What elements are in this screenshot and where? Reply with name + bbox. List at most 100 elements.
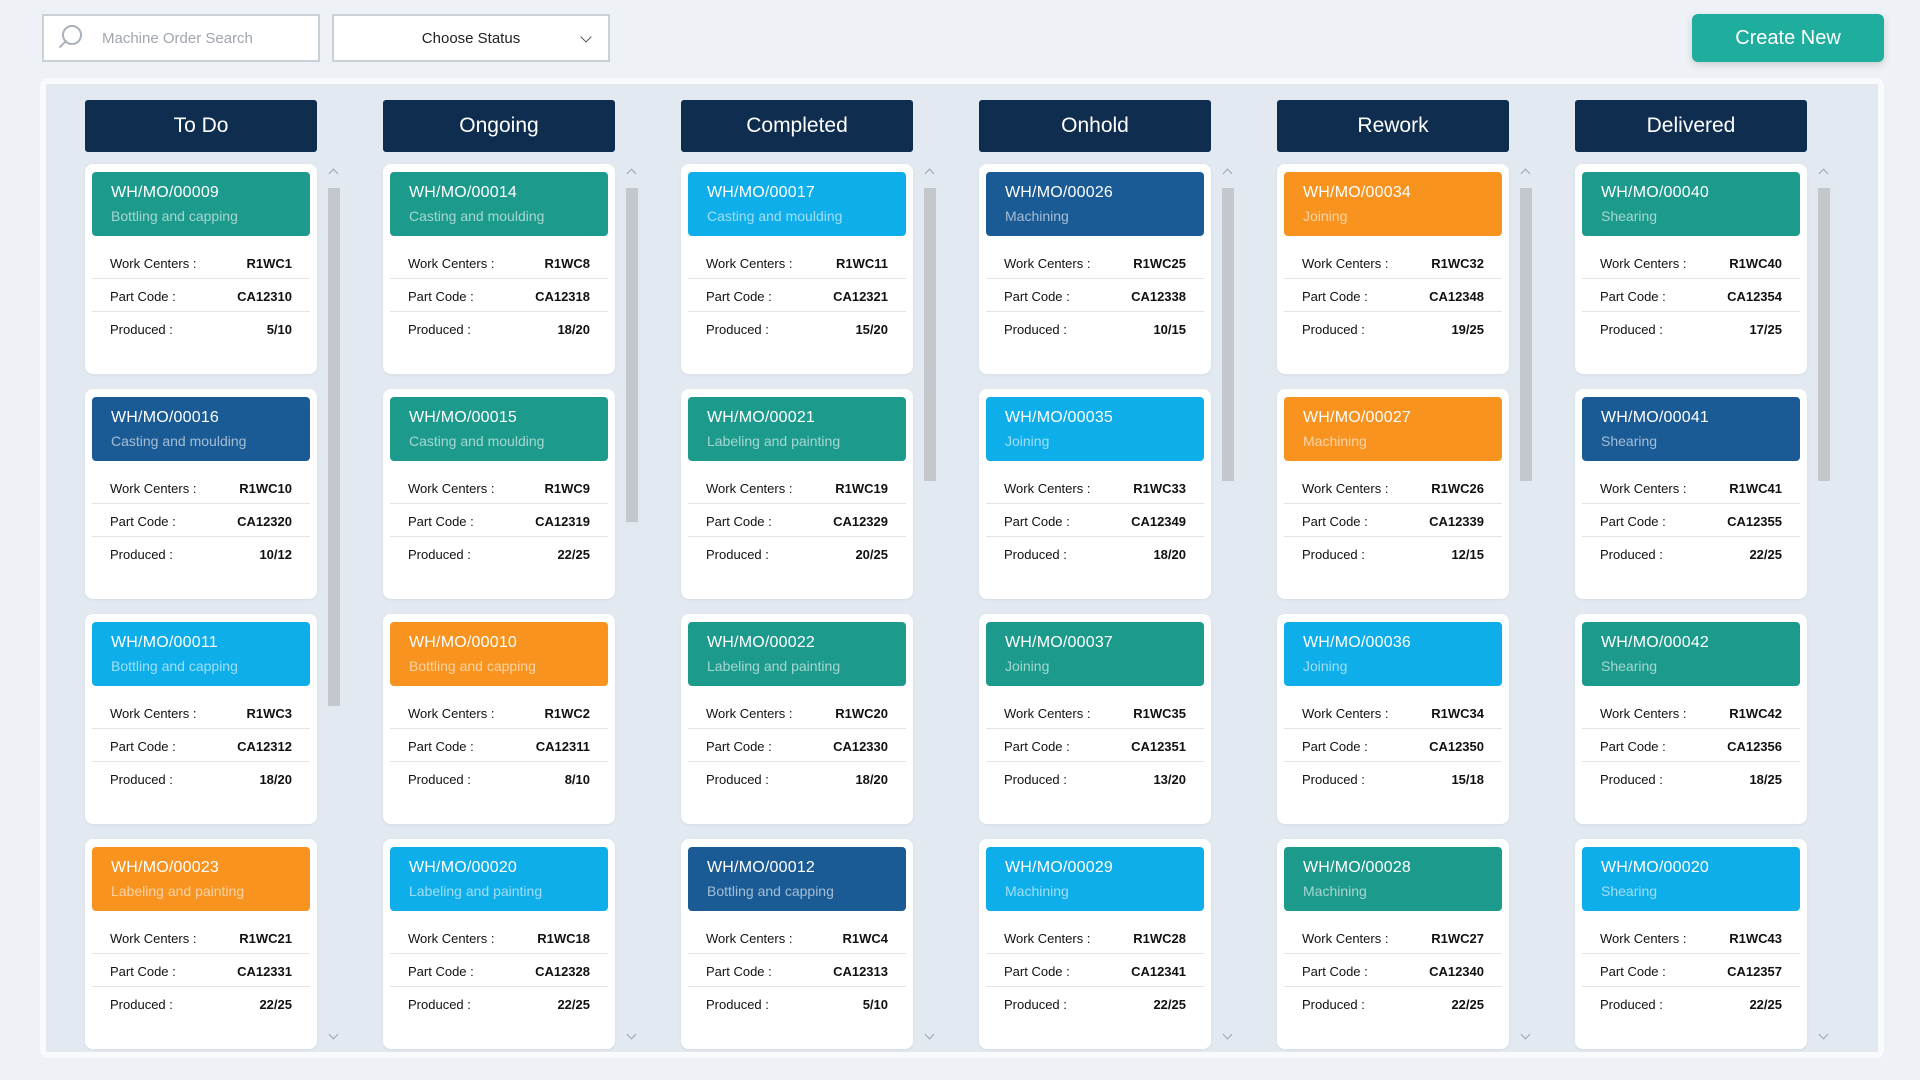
part-code-value: CA12357	[1727, 964, 1782, 979]
scroll-up-icon[interactable]	[1818, 168, 1829, 179]
scroll-thumb[interactable]	[1222, 188, 1234, 481]
order-card[interactable]: WH/MO/00022 Labeling and painting Work Cen…	[681, 614, 913, 824]
work-centers-row: Work Centers : R1WC33	[986, 471, 1204, 504]
scroll-track[interactable]	[626, 188, 638, 1024]
order-card[interactable]: WH/MO/00020 Labeling and painting Work Cen…	[383, 839, 615, 1049]
part-code-label: Part Code :	[1600, 289, 1666, 304]
order-card[interactable]: WH/MO/00040 Shearing Work Centers : R1WC40 P…	[1575, 164, 1807, 374]
order-card[interactable]: WH/MO/00035 Joining Work Centers : R1WC33 Pa…	[979, 389, 1211, 599]
order-card[interactable]: WH/MO/00026 Machining Work Centers : R1WC25…	[979, 164, 1211, 374]
part-code-row: Part Code : CA12318	[390, 279, 608, 312]
order-card-header: WH/MO/00035 Joining	[986, 397, 1204, 461]
work-centers-value: R1WC41	[1729, 481, 1782, 496]
scroll-track[interactable]	[1818, 188, 1830, 1024]
machine-order-search[interactable]	[42, 14, 320, 62]
order-card[interactable]: WH/MO/00012 Bottling and capping Work Cent…	[681, 839, 913, 1049]
produced-label: Produced :	[110, 997, 173, 1012]
produced-row: Produced : 22/25	[1582, 537, 1800, 570]
create-new-button[interactable]: Create New	[1692, 14, 1884, 62]
order-card[interactable]: WH/MO/00037 Joining Work Centers : R1WC35 Pa…	[979, 614, 1211, 824]
scroll-down-icon[interactable]	[328, 1029, 339, 1040]
part-code-label: Part Code :	[110, 739, 176, 754]
scroll-thumb[interactable]	[626, 188, 638, 523]
scroll-thumb[interactable]	[924, 188, 936, 481]
order-card[interactable]: WH/MO/00028 Machining Work Centers : R1WC27…	[1277, 839, 1509, 1049]
scroll-track[interactable]	[1222, 188, 1234, 1024]
scroll-thumb[interactable]	[1818, 188, 1830, 481]
produced-label: Produced :	[1600, 772, 1663, 787]
work-centers-value: R1WC32	[1431, 256, 1484, 271]
order-card[interactable]: WH/MO/00009 Bottling and capping Work Cent…	[85, 164, 317, 374]
scroll-track[interactable]	[924, 188, 936, 1024]
order-process: Machining	[1005, 208, 1069, 224]
produced-value: 22/25	[1749, 547, 1782, 562]
part-code-row: Part Code : CA12320	[92, 504, 310, 537]
order-card[interactable]: WH/MO/00015 Casting and moulding Work Cent…	[383, 389, 615, 599]
part-code-value: CA12313	[833, 964, 888, 979]
part-code-row: Part Code : CA12349	[986, 504, 1204, 537]
order-card[interactable]: WH/MO/00010 Bottling and capping Work Cent…	[383, 614, 615, 824]
order-process: Labeling and painting	[409, 883, 543, 899]
column-scrollbar[interactable]	[326, 164, 342, 1048]
part-code-row: Part Code : CA12321	[688, 279, 906, 312]
scroll-thumb[interactable]	[328, 188, 340, 707]
order-id: WH/MO/00027	[1303, 409, 1412, 426]
scroll-down-icon[interactable]	[1222, 1029, 1233, 1040]
search-input[interactable]	[102, 29, 302, 47]
kanban-board: To Do WH/MO/00009 Bottling and capping Work…	[40, 78, 1884, 1058]
work-centers-label: Work Centers :	[1600, 256, 1687, 271]
part-code-value: CA12311	[535, 739, 590, 754]
produced-label: Produced :	[1302, 322, 1365, 337]
produced-value: 8/10	[564, 772, 590, 787]
order-card[interactable]: WH/MO/00034 Joining Work Centers : R1WC32 Pa…	[1277, 164, 1509, 374]
order-card[interactable]: WH/MO/00027 Machining Work Centers : R1WC26…	[1277, 389, 1509, 599]
column-scrollbar[interactable]	[1518, 164, 1534, 1048]
produced-value: 10/15	[1153, 322, 1186, 337]
scroll-down-icon[interactable]	[1818, 1029, 1829, 1040]
scroll-up-icon[interactable]	[328, 168, 339, 179]
scroll-up-icon[interactable]	[924, 168, 935, 179]
column-scrollbar[interactable]	[1816, 164, 1832, 1048]
scroll-down-icon[interactable]	[924, 1029, 935, 1040]
work-centers-value: R1WC11	[835, 256, 888, 271]
column-scrollbar[interactable]	[1220, 164, 1236, 1048]
scroll-up-icon[interactable]	[1222, 168, 1233, 179]
order-card[interactable]: WH/MO/00029 Machining Work Centers : R1WC28…	[979, 839, 1211, 1049]
produced-label: Produced :	[706, 547, 769, 562]
scroll-down-icon[interactable]	[626, 1029, 637, 1040]
order-card[interactable]: WH/MO/00020 Shearing Work Centers : R1WC43 P…	[1575, 839, 1807, 1049]
scroll-down-icon[interactable]	[1520, 1029, 1531, 1040]
column-scrollbar[interactable]	[922, 164, 938, 1048]
order-card[interactable]: WH/MO/00036 Joining Work Centers : R1WC34 Pa…	[1277, 614, 1509, 824]
work-centers-row: Work Centers : R1WC21	[92, 921, 310, 954]
scroll-up-icon[interactable]	[1520, 168, 1531, 179]
order-card-header: WH/MO/00023 Labeling and painting	[92, 847, 310, 911]
part-code-value: CA12318	[535, 289, 590, 304]
order-card[interactable]: WH/MO/00011 Bottling and capping Work Cent…	[85, 614, 317, 824]
order-card[interactable]: WH/MO/00042 Shearing Work Centers : R1WC42 P…	[1575, 614, 1807, 824]
part-code-label: Part Code :	[110, 289, 176, 304]
scroll-track[interactable]	[1520, 188, 1532, 1024]
order-id: WH/MO/00010	[409, 634, 518, 651]
status-dropdown[interactable]: Choose Status	[332, 14, 610, 62]
order-card[interactable]: WH/MO/00014 Casting and moulding Work Cent…	[383, 164, 615, 374]
produced-value: 18/20	[557, 322, 590, 337]
order-card[interactable]: WH/MO/00041 Shearing Work Centers : R1WC41 P…	[1575, 389, 1807, 599]
order-card[interactable]: WH/MO/00023 Labeling and painting Work Cen…	[85, 839, 317, 1049]
part-code-label: Part Code :	[1302, 739, 1368, 754]
column-scrollbar[interactable]	[624, 164, 640, 1048]
scroll-thumb[interactable]	[1520, 188, 1532, 481]
part-code-row: Part Code : CA12341	[986, 954, 1204, 987]
scroll-up-icon[interactable]	[626, 168, 637, 179]
part-code-row: Part Code : CA12310	[92, 279, 310, 312]
order-card-header: WH/MO/00041 Shearing	[1582, 397, 1800, 461]
scroll-track[interactable]	[328, 188, 340, 1024]
work-centers-value: R1WC8	[544, 256, 590, 271]
produced-value: 18/20	[855, 772, 888, 787]
order-card[interactable]: WH/MO/00017 Casting and moulding Work Cent…	[681, 164, 913, 374]
part-code-row: Part Code : CA12313	[688, 954, 906, 987]
part-code-label: Part Code :	[706, 514, 772, 529]
order-card[interactable]: WH/MO/00016 Casting and moulding Work Cent…	[85, 389, 317, 599]
work-centers-label: Work Centers :	[706, 931, 793, 946]
order-card[interactable]: WH/MO/00021 Labeling and painting Work Cen…	[681, 389, 913, 599]
